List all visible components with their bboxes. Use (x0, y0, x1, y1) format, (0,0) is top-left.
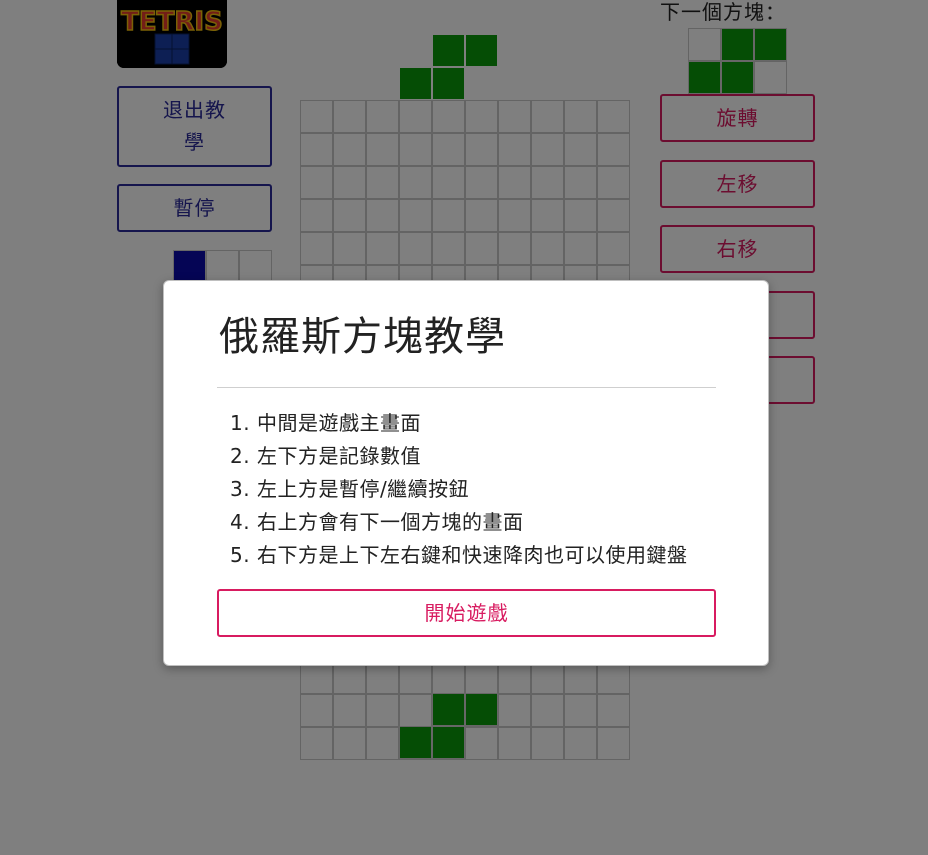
game-page: TETRIS 退出教學 暫停 下一個方塊： 旋轉 左移 右移 俄羅斯方塊教學 1… (0, 0, 928, 855)
instruction-item: 2. 左下方是記錄數值 (230, 444, 421, 468)
dialog-title: 俄羅斯方塊教學 (219, 314, 506, 360)
instruction-item: 5. 右下方是上下左右鍵和快速降肉也可以使用鍵盤 (230, 543, 688, 567)
dialog-divider (217, 387, 716, 388)
instructions-list: 1. 中間是遊戲主畫面 2. 左下方是記錄數值 3. 左上方是暫停/繼續按鈕 4. 右… (230, 407, 687, 572)
tutorial-dialog: 俄羅斯方塊教學 1. 中間是遊戲主畫面 2. 左下方是記錄數值 3. 左上方是暫停/… (163, 280, 769, 666)
instruction-item: 1. 中間是遊戲主畫面 (230, 411, 421, 435)
instruction-item: 3. 左上方是暫停/繼續按鈕 (230, 477, 470, 501)
instruction-item: 4. 右上方會有下一個方塊的畫面 (230, 510, 524, 534)
start-game-button[interactable]: 開始遊戲 (217, 589, 716, 637)
